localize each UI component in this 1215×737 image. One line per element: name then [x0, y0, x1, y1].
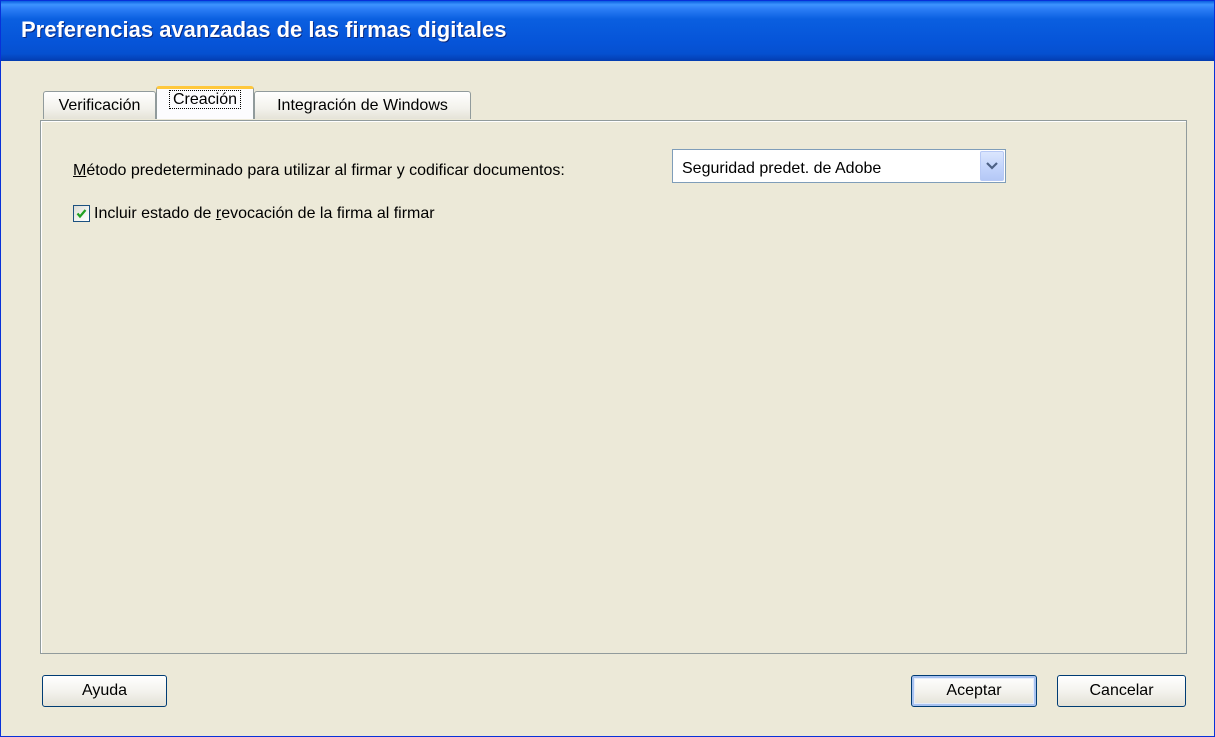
method-label-text: étodo predeterminado para utilizar al fi… [86, 162, 565, 179]
ok-button[interactable]: Aceptar [911, 675, 1037, 707]
checkmark-icon [76, 209, 87, 219]
tab-label: Verificación [58, 97, 141, 114]
dropdown-button[interactable] [980, 151, 1004, 181]
window-title: Preferencias avanzadas de las firmas dig… [21, 17, 507, 42]
tab-creacion[interactable]: Creación [156, 86, 254, 119]
checkbox-label-pre: Incluir estado de [94, 205, 216, 222]
tab-verificacion[interactable]: Verificación [43, 91, 156, 119]
tab-label: Integración de Windows [277, 97, 448, 114]
include-revocation-checkbox[interactable] [73, 205, 90, 222]
dialog-window: Preferencias avanzadas de las firmas dig… [0, 0, 1215, 737]
tab-label: Creación [168, 90, 242, 109]
chevron-down-icon [986, 162, 998, 170]
method-select[interactable]: Seguridad predet. de Adobe [672, 149, 1006, 183]
method-label: Método predeterminado para utilizar al f… [73, 162, 565, 180]
help-button[interactable]: Ayuda [42, 675, 167, 707]
tab-integracion-windows[interactable]: Integración de Windows [254, 91, 471, 119]
checkbox-label-post: evocación de la firma al firmar [221, 205, 435, 222]
include-revocation-label: Incluir estado de revocación de la firma… [94, 205, 435, 223]
method-label-accesskey: M [73, 162, 87, 179]
method-select-value: Seguridad predet. de Adobe [682, 160, 882, 177]
cancel-button[interactable]: Cancelar [1057, 675, 1186, 707]
title-bar[interactable]: Preferencias avanzadas de las firmas dig… [1, 1, 1214, 61]
dialog-client-area: Verificación Creación Integración de Win… [4, 61, 1211, 733]
tab-panel-creacion: Método predeterminado para utilizar al f… [40, 120, 1187, 654]
